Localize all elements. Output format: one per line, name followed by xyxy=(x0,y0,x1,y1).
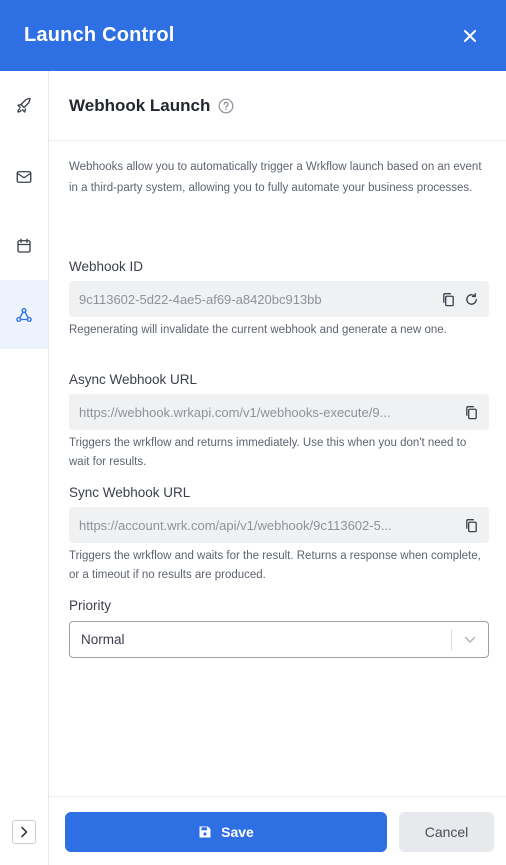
panel-description: Webhooks allow you to automatically trig… xyxy=(69,161,482,194)
webhook-id-field: 9c113602-5d22-4ae5-af69-a8420bc913bb xyxy=(69,281,489,317)
save-button[interactable]: Save xyxy=(65,812,387,852)
cancel-button[interactable]: Cancel xyxy=(399,812,494,852)
webhook-id-value: 9c113602-5d22-4ae5-af69-a8420bc913bb xyxy=(79,291,322,307)
async-url-hint: Triggers the wrkflow and returns immedia… xyxy=(69,437,467,468)
regenerate-webhook-id-button[interactable] xyxy=(464,292,479,307)
webhook-id-label: Webhook ID xyxy=(69,259,144,274)
webhook-icon xyxy=(16,307,32,322)
webhook-id-hint: Regenerating will invalidate the current… xyxy=(69,324,447,336)
help-circle-icon xyxy=(218,98,234,113)
modal-title: Launch Control xyxy=(24,24,175,46)
sidebar-item-schedule[interactable] xyxy=(0,211,48,280)
close-button[interactable] xyxy=(458,24,482,48)
expand-sidebar-button[interactable] xyxy=(12,820,36,844)
sync-url-hint: Triggers the wrkflow and waits for the r… xyxy=(69,550,481,581)
copy-sync-url-button[interactable] xyxy=(464,518,479,533)
async-url-field: https://webhook.wrkapi.com/v1/webhooks-e… xyxy=(69,394,489,430)
cancel-button-label: Cancel xyxy=(424,824,469,840)
sidebar-item-webhook[interactable] xyxy=(0,280,48,349)
help-button[interactable] xyxy=(218,98,234,114)
save-icon xyxy=(199,826,211,838)
copy-icon xyxy=(466,518,477,532)
sidebar-item-email[interactable] xyxy=(0,142,48,211)
copy-icon xyxy=(466,405,477,419)
rocket-icon xyxy=(17,97,31,113)
sidebar-item-launch[interactable] xyxy=(0,71,48,140)
panel-title: Webhook Launch xyxy=(69,95,211,115)
sidebar xyxy=(0,71,49,865)
refresh-icon xyxy=(466,292,477,305)
close-icon xyxy=(464,29,476,42)
sync-url-field: https://account.wrk.com/api/v1/webhook/9… xyxy=(69,507,489,543)
modal-footer: Save Cancel xyxy=(49,796,506,865)
priority-label: Priority xyxy=(69,598,112,613)
save-button-label: Save xyxy=(221,824,254,840)
calendar-icon xyxy=(17,238,31,253)
chevron-right-icon xyxy=(21,826,28,838)
priority-select[interactable]: Normal xyxy=(69,621,489,658)
copy-async-url-button[interactable] xyxy=(464,405,479,420)
copy-icon xyxy=(443,292,454,306)
sync-url-value: https://account.wrk.com/api/v1/webhook/9… xyxy=(79,517,392,533)
copy-webhook-id-button[interactable] xyxy=(441,292,456,307)
priority-dropdown-toggle[interactable] xyxy=(452,636,488,644)
panel-header: Webhook Launch xyxy=(49,71,506,141)
sync-url-label: Sync Webhook URL xyxy=(69,485,191,500)
mail-icon xyxy=(16,170,32,183)
priority-selected-value: Normal xyxy=(81,632,125,647)
async-url-value: https://webhook.wrkapi.com/v1/webhooks-e… xyxy=(79,404,391,420)
chevron-down-icon xyxy=(464,636,476,643)
modal-header: Launch Control xyxy=(0,0,506,71)
main-panel: Webhook Launch Webhooks allow you to aut… xyxy=(49,71,506,796)
async-url-label: Async Webhook URL xyxy=(69,372,198,387)
